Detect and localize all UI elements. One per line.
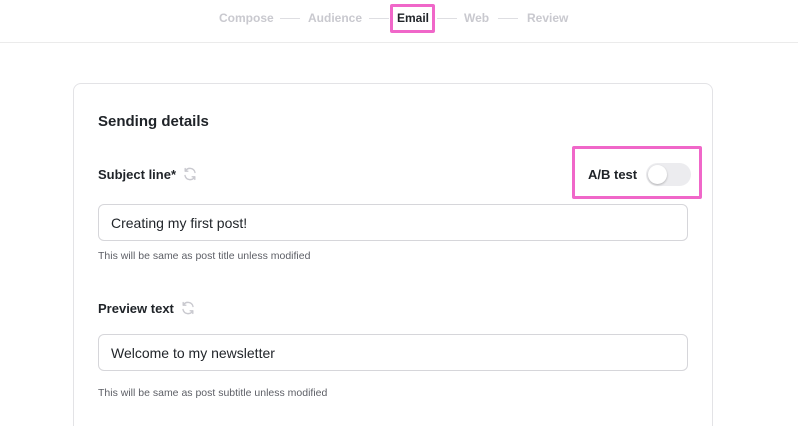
subject-line-label-row: Subject line* bbox=[98, 166, 198, 182]
step-divider bbox=[369, 18, 389, 19]
ab-test-toggle[interactable] bbox=[646, 163, 691, 186]
step-navigation: Compose Audience Email Web Review bbox=[0, 0, 798, 43]
preview-text-label: Preview text bbox=[98, 300, 174, 316]
step-compose[interactable]: Compose bbox=[219, 11, 274, 25]
ab-test-highlight: A/B test bbox=[572, 146, 702, 199]
step-web[interactable]: Web bbox=[464, 11, 489, 25]
email-step-highlight bbox=[390, 4, 435, 33]
subject-line-helper: This will be same as post title unless m… bbox=[98, 250, 311, 262]
subject-line-input[interactable] bbox=[98, 204, 688, 241]
step-divider bbox=[280, 18, 300, 19]
subject-line-label: Subject line* bbox=[98, 166, 177, 182]
step-review[interactable]: Review bbox=[527, 11, 568, 25]
step-divider bbox=[498, 18, 518, 19]
preview-text-helper: This will be same as post subtitle unles… bbox=[98, 387, 328, 399]
refresh-icon[interactable] bbox=[180, 300, 196, 316]
toggle-knob bbox=[648, 165, 667, 184]
preview-text-input[interactable] bbox=[98, 334, 688, 371]
step-audience[interactable]: Audience bbox=[308, 11, 362, 25]
card-title: Sending details bbox=[98, 113, 209, 130]
preview-text-label-row: Preview text bbox=[98, 300, 196, 316]
refresh-icon[interactable] bbox=[182, 166, 198, 182]
step-divider bbox=[437, 18, 457, 19]
sending-details-card: Sending details Subject line* A/B test T… bbox=[73, 83, 713, 426]
ab-test-label: A/B test bbox=[588, 167, 638, 182]
